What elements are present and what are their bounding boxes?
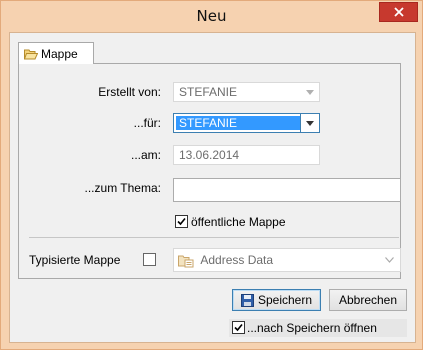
date-label: ...am: [130,148,161,162]
for-combo[interactable]: STEFANIE [173,113,320,133]
tab-panel: Erstellt von: STEFANIE ...für: STEFANIE … [18,63,401,279]
typed-folder-label: Typisierte Mappe [29,253,121,267]
tab-mappe[interactable]: Mappe [18,42,94,64]
checkmark-icon [177,217,186,226]
typed-folder-checkbox[interactable] [143,253,156,266]
dialog-window: Neu Mappe Erstellt von: STEFANIE ...für:… [0,0,423,350]
created-by-combo: STEFANIE [173,82,320,102]
close-icon [393,7,404,17]
dialog-client-area: Mappe Erstellt von: STEFANIE ...für: STE… [9,32,416,343]
created-by-value: STEFANIE [179,85,238,99]
topic-input[interactable] [173,178,401,202]
public-folder-checkbox[interactable] [175,215,188,228]
folder-icon [24,49,38,59]
typed-folder-combo: Address Data [173,248,401,272]
chevron-down-icon[interactable] [300,114,319,132]
topic-label: ...zum Thema: [84,181,161,195]
title-bar[interactable]: Neu [1,1,422,33]
date-value: 13.06.2014 [179,148,240,162]
public-folder-label: öffentliche Mappe [191,215,286,229]
tab-label: Mappe [41,46,78,61]
for-value: STEFANIE [176,116,301,130]
close-button[interactable] [379,2,418,22]
save-button[interactable]: Speichern [232,289,321,311]
divider [29,237,399,238]
floppy-disk-icon [240,293,254,307]
typed-folder-value: Address Data [200,253,274,267]
chevron-down-icon [380,251,398,269]
open-after-save-label: ...nach Speichern öffnen [247,321,377,335]
cancel-button[interactable]: Abbrechen [329,289,407,311]
address-data-icon [178,255,194,268]
open-after-save-checkbox[interactable] [232,321,245,334]
save-button-label: Speichern [257,293,313,307]
date-field: 13.06.2014 [173,145,320,165]
created-by-label: Erstellt von: [98,85,161,99]
chevron-down-icon [301,83,319,101]
window-title: Neu [196,7,227,25]
for-label: ...für: [133,116,161,130]
checkmark-icon [234,323,243,332]
